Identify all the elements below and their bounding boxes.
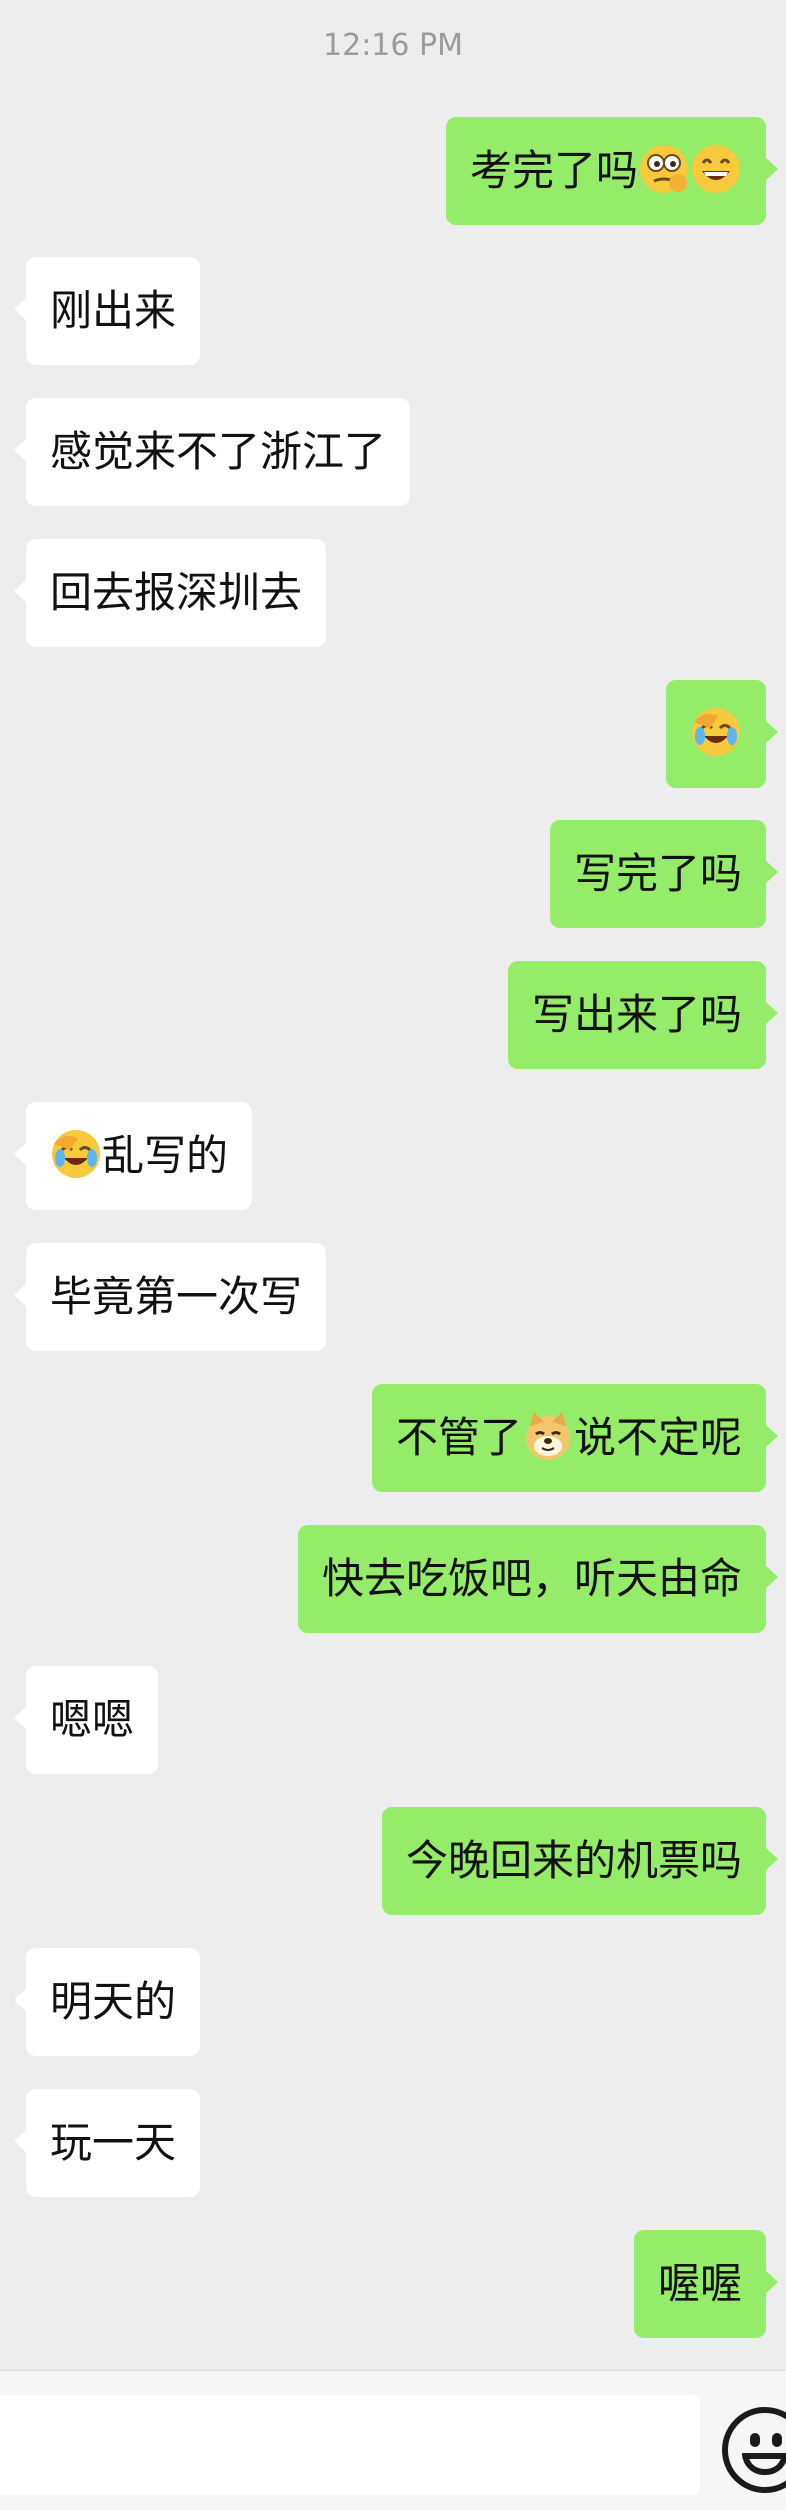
message-text: 写出来了吗 [531,990,742,1039]
message-bubble-outgoing[interactable]: 快去吃饭吧，听天由命 [297,1525,779,1633]
message-bubble-outgoing[interactable]: 不管了 说不定呢 [371,1384,779,1492]
message-text: 感觉来不了浙江了 [50,427,387,476]
message-bubble-outgoing[interactable]: 今晚回来的机票吗 [381,1807,779,1915]
message-bubble-incoming[interactable]: 回去报深圳去 [13,539,327,647]
smiley-mouth [742,2453,786,2475]
message-bubble-outgoing[interactable]: 考完了吗 [445,117,779,225]
message-text: 明天的 [50,1977,177,2026]
message-bubble-incoming[interactable]: 嗯嗯 [13,1666,159,1774]
message-text: 乱写的 [102,1131,229,1180]
grinning-face-icon [690,143,742,195]
smiley-eye-right [772,2433,782,2447]
message-bubble-incoming[interactable]: 感觉来不了浙江了 [13,398,411,506]
message-bubble-incoming[interactable]: 刚出来 [13,257,201,365]
message-bubble-outgoing[interactable]: 喔喔 [633,2230,779,2338]
facepalm-laughing-icon [50,1128,102,1180]
timestamp: 12:16 PM [323,28,463,63]
message-text: 嗯嗯 [50,1695,135,1744]
facepalm-laughing-icon [690,706,742,758]
message-text: 回去报深圳去 [50,568,303,617]
message-bubble-incoming[interactable]: 毕竟第一次写 [13,1243,327,1351]
smiley-eye-left [750,2433,760,2447]
message-bubble-outgoing[interactable]: 写完了吗 [549,820,779,928]
message-bubble-outgoing[interactable] [666,680,778,788]
smiley-face-icon[interactable] [722,2407,786,2493]
message-text: 今晚回来的机票吗 [405,1836,742,1885]
message-bubble-incoming[interactable]: 乱写的 [13,1102,253,1210]
message-text: 刚出来 [50,286,177,335]
message-text-before: 不管了 [395,1413,522,1462]
message-text: 毕竟第一次写 [50,1272,303,1321]
message-text: 考完了吗 [469,146,638,195]
message-text: 喔喔 [657,2259,742,2308]
message-bubble-incoming[interactable]: 明天的 [13,1948,201,2056]
message-input[interactable] [0,2395,700,2495]
input-bar [0,2370,786,2510]
message-text: 写完了吗 [573,849,742,898]
thinking-face-icon [638,143,690,195]
message-text: 说不定呢 [573,1413,742,1462]
message-bubble-outgoing[interactable]: 写出来了吗 [507,961,779,1069]
message-text: 快去吃饭吧，听天由命 [321,1554,742,1603]
message-bubble-incoming[interactable]: 玩一天 [13,2089,201,2197]
doge-icon [522,1410,574,1462]
message-text: 玩一天 [50,2118,177,2167]
